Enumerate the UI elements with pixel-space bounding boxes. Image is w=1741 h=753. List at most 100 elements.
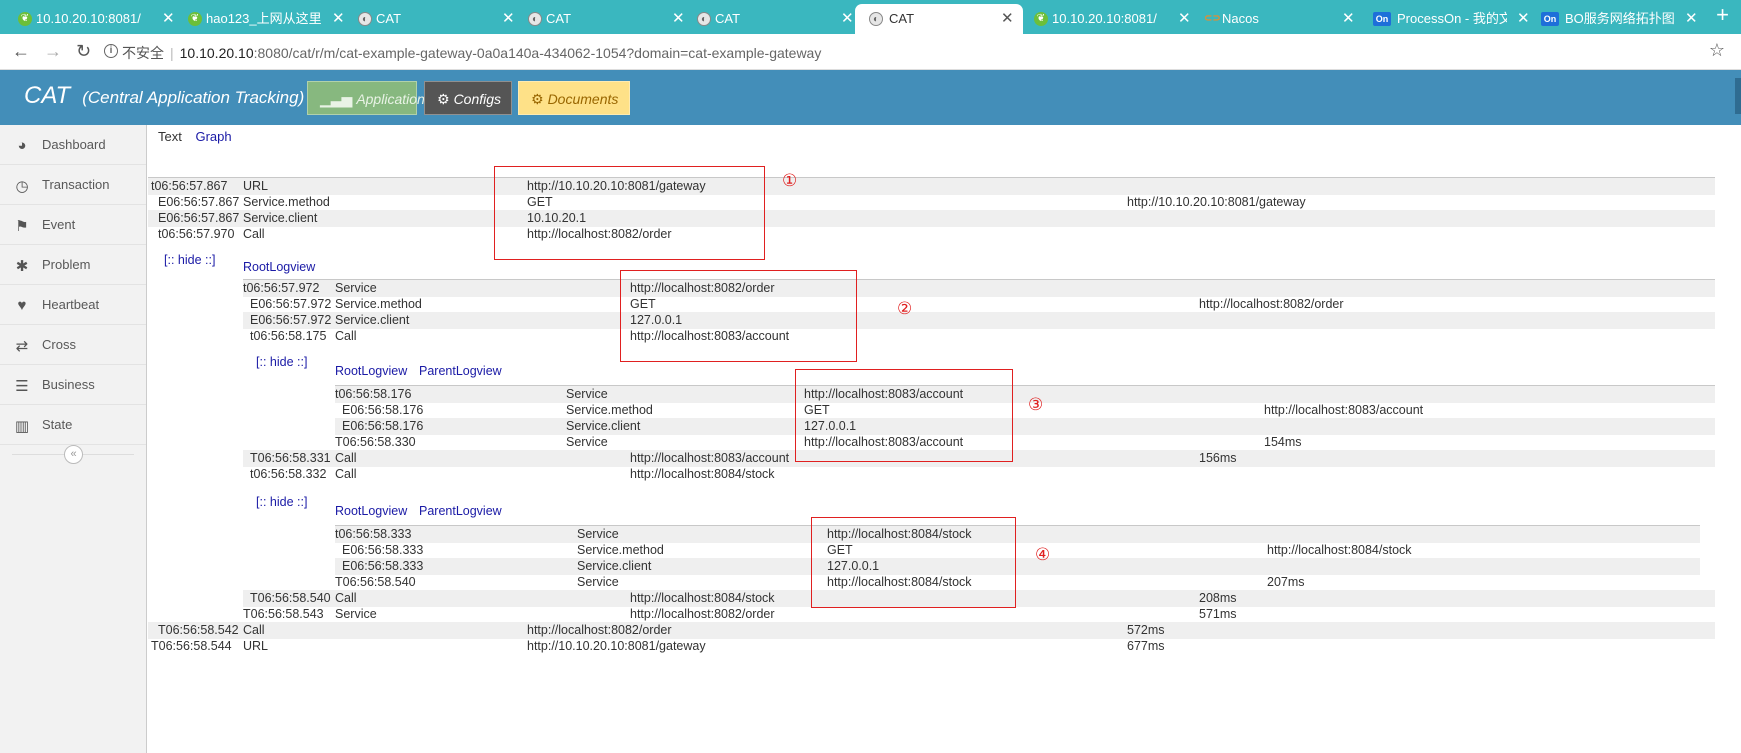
forward-icon[interactable]: → [44,41,62,62]
reload-icon[interactable]: ↻ [76,41,91,62]
close-tab-icon[interactable]: ✕ [841,4,854,34]
root-logview-link[interactable]: RootLogview [335,503,407,520]
signal-icon: ▁▃▅ [320,91,353,107]
hide-link[interactable]: [:: hide ::] [164,253,215,267]
trace-name: http://localhost:8082/order [630,607,775,621]
trace-duration: 677ms [1127,639,1165,653]
gears-icon: ⚙ [437,91,450,107]
root-logview-link[interactable]: RootLogview [335,363,407,380]
trace-type: Service.method [335,297,422,311]
table-row [335,558,1700,575]
scrollbar[interactable] [1735,78,1741,114]
browser-tab[interactable]: On BO服务网络拓扑图 ✕ [1541,4,1701,34]
leaf-icon: ❦ [1034,12,1048,26]
trace-type: Service.method [243,195,330,209]
browser-tab[interactable]: ❦ 10.10.20.10:8081/ ✕ [18,4,178,34]
root-logview-link[interactable]: RootLogview [243,259,315,276]
close-tab-icon[interactable]: ✕ [672,4,685,34]
trace-time: t06:56:57.972 [243,281,320,295]
hide-link[interactable]: [:: hide ::] [256,355,307,369]
processon-icon: On [1541,12,1559,26]
address-bar: ← → ↻ i 不安全 | 10.10.20.10:8080/cat/r/m/cat… [0,34,1741,70]
browser-tab[interactable]: ❦ hao123_上网从这里 ✕ [188,4,348,34]
table-row [148,210,1715,227]
heart-icon: ♥ [17,297,27,314]
processon-icon: On [1373,12,1391,26]
trace-time: T06:56:58.330 [335,435,416,449]
close-tab-icon[interactable]: ✕ [1178,4,1191,34]
nacos-icon: ⊂⊃ [1204,13,1221,24]
tab-text[interactable]: Text [158,129,182,144]
browser-tab[interactable]: ◐ CAT ✕ [528,4,688,34]
cat-icon: ◐ [869,12,883,26]
sidebar-item-event[interactable]: ⚑ Event [0,205,146,245]
sidebar-item-problem[interactable]: ✱ Problem [0,245,146,285]
annotation-box [811,517,1016,608]
application-button[interactable]: ▁▃▅ Application [307,81,425,115]
hide-link[interactable]: [:: hide ::] [256,495,307,509]
close-tab-icon[interactable]: ✕ [1685,4,1698,34]
annotation-box [620,270,857,362]
browser-tab[interactable]: ⊂⊃ Nacos ✕ [1204,4,1364,34]
trace-data: http://localhost:8082/order [1199,297,1344,311]
parent-logview-link[interactable]: ParentLogview [419,503,502,520]
back-icon[interactable]: ← [12,41,30,62]
browser-tab[interactable]: ◐ CAT ✕ [697,4,857,34]
trace-name: http://localhost:8082/order [527,623,672,637]
trace-type: Service.method [566,403,653,417]
browser-tab[interactable]: ◐ CAT ✕ [358,4,518,34]
sidebar-item-business[interactable]: ☰ Business [0,365,146,405]
close-tab-icon[interactable]: ✕ [162,4,175,34]
brand[interactable]: CAT (Central Application Tracking) [24,82,304,110]
table-row [243,312,1715,329]
annotation-number: ③ [1028,395,1044,414]
trace-duration: 154ms [1264,435,1302,449]
trace-time: E06:56:57.867 [158,195,240,209]
browser-tab-strip: ❦ 10.10.20.10:8081/ ✕ ❦ hao123_上网从这里 ✕ ◐… [0,0,1741,34]
trace-data: http://localhost:8084/stock [1267,543,1412,557]
trace-type: Call [243,623,265,637]
view-tabs: Text Graph [158,129,232,144]
trace-time: t06:56:58.176 [335,387,412,401]
close-tab-icon[interactable]: ✕ [1001,4,1014,34]
parent-logview-link[interactable]: ParentLogview [419,363,502,380]
browser-tab[interactable]: ❦ 10.10.20.10:8081/ ✕ [1034,4,1194,34]
sidebar-item-state[interactable]: ▥ State [0,405,146,445]
documents-button[interactable]: ⚙ Documents [518,81,630,115]
trace-time: t06:56:58.175 [250,329,327,343]
bar-chart-icon: ▥ [14,418,30,435]
close-tab-icon[interactable]: ✕ [1342,4,1355,34]
close-tab-icon[interactable]: ✕ [502,4,515,34]
info-icon[interactable]: i [104,44,118,58]
sidebar-item-cross[interactable]: ⇄ Cross [0,325,146,365]
new-tab-button[interactable]: + [1716,2,1729,28]
trace-type: Service.client [577,559,652,573]
close-tab-icon[interactable]: ✕ [332,4,345,34]
leaf-icon: ❦ [188,12,202,26]
annotation-box [795,369,1013,462]
tab-graph[interactable]: Graph [195,129,231,144]
annotation-number: ② [897,299,913,318]
trace-duration: 571ms [1199,607,1237,621]
trace-time: t06:56:58.333 [335,527,412,541]
sidebar-item-dashboard[interactable]: ◕ Dashboard [0,125,146,165]
cat-icon: ◐ [697,12,711,26]
collapse-sidebar-icon[interactable]: « [64,445,83,464]
sidebar-item-transaction[interactable]: ◷ Transaction [0,165,146,205]
trace-time: E06:56:58.333 [342,559,424,573]
sidebar-item-heartbeat[interactable]: ♥ Heartbeat [0,285,146,325]
configs-button[interactable]: ⚙ Configs [424,81,512,115]
close-tab-icon[interactable]: ✕ [1517,4,1530,34]
browser-tab-active[interactable]: ◐ CAT ✕ [855,4,1023,34]
url-field[interactable]: 不安全 | 10.10.20.10:8080/cat/r/m/cat-example… [122,43,821,63]
table-row [335,526,1700,543]
browser-tab[interactable]: On ProcessOn - 我的文 ✕ [1373,4,1533,34]
table-row [335,386,1715,403]
trace-type: Service [577,575,619,589]
leaf-icon: ❦ [18,12,32,26]
trace-type: Service [577,527,619,541]
trace-name: http://localhost:8084/stock [630,591,775,605]
trace-type: Service.client [243,211,318,225]
bookmark-star-icon[interactable]: ☆ [1709,40,1725,61]
sidebar-collapse: « [0,443,146,467]
